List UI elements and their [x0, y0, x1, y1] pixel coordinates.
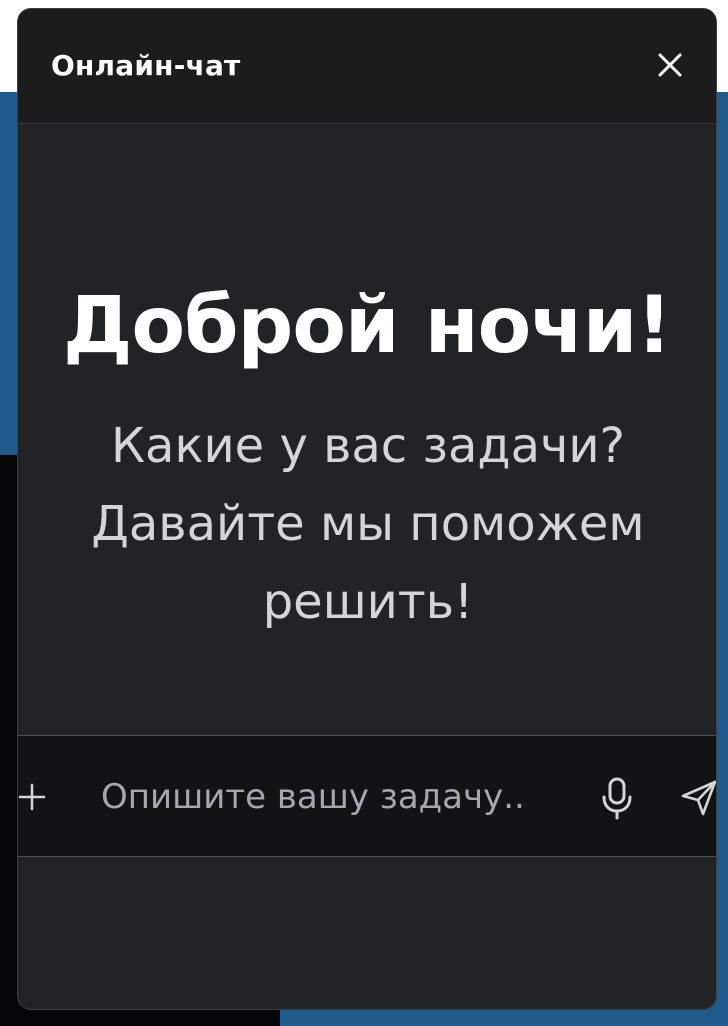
chat-widget: Онлайн-чат Доброй ночи! Какие у вас зада… [17, 8, 717, 1010]
send-icon [681, 780, 716, 816]
chat-header: Онлайн-чат [18, 9, 716, 124]
send-button[interactable] [679, 778, 716, 818]
message-input[interactable] [99, 766, 553, 828]
plus-icon [18, 783, 46, 811]
chat-title: Онлайн-чат [51, 49, 241, 82]
microphone-icon [602, 777, 632, 820]
message-composer [18, 735, 716, 857]
close-button[interactable] [654, 49, 686, 81]
greeting-subtitle: Какие у вас задачи? Давайте мы поможем р… [91, 418, 645, 630]
voice-input-button[interactable] [597, 776, 637, 820]
close-icon [658, 53, 682, 77]
greeting-heading: Доброй ночи! [62, 281, 672, 371]
attach-button[interactable] [18, 782, 47, 812]
